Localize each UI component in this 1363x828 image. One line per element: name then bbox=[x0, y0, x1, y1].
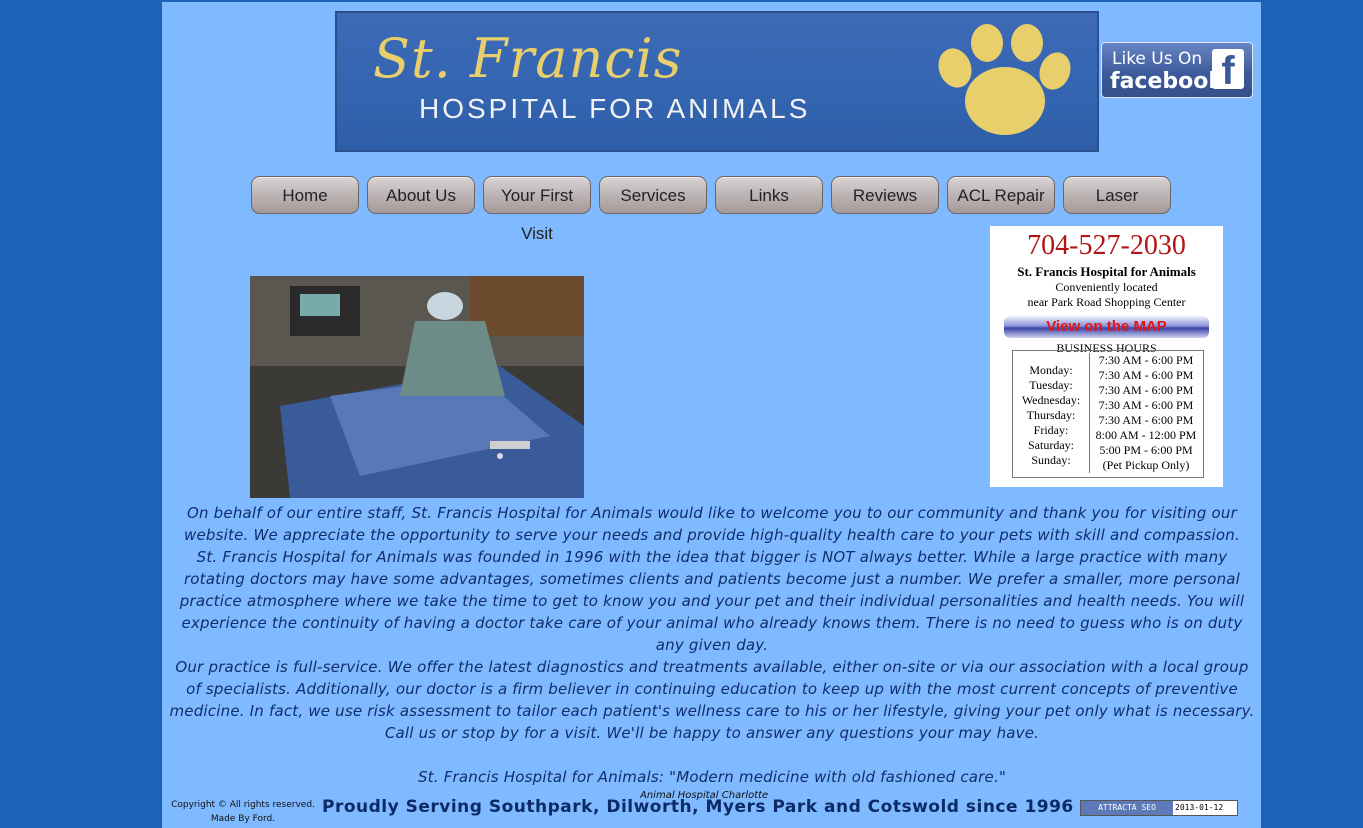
nav-home[interactable]: Home bbox=[251, 176, 359, 214]
day-label: Monday: bbox=[1029, 363, 1073, 377]
hospital-name: St. Francis Hospital for Animals bbox=[1017, 264, 1196, 279]
business-hours-table: Monday: Tuesday: Wednesday: Thursday: Fr… bbox=[1012, 350, 1204, 478]
nav-first-visit[interactable]: Your First Visit bbox=[483, 176, 591, 243]
time-value: 7:30 AM - 6:00 PM bbox=[1098, 398, 1194, 412]
attracta-date: 2013-01-12 bbox=[1175, 803, 1224, 812]
location-line-2: near Park Road Shopping Center bbox=[1027, 295, 1186, 309]
welcome-paragraph-2: St. Francis Hospital for Animals was fou… bbox=[179, 548, 1245, 654]
times-column: 7:30 AM - 6:00 PM 7:30 AM - 6:00 PM 7:30… bbox=[1089, 353, 1202, 473]
nav-acl-repair[interactable]: ACL Repair bbox=[947, 176, 1055, 214]
phone-number[interactable]: 704-527-2030 bbox=[990, 230, 1223, 262]
view-map-button[interactable]: View on the MAP bbox=[1004, 316, 1209, 338]
serving-banner: Proudly Serving Southpark, Dilworth, Mye… bbox=[322, 797, 1074, 817]
site-subtitle: HOSPITAL FOR ANIMALS bbox=[419, 93, 811, 124]
site-banner[interactable]: St. Francis HOSPITAL FOR ANIMALS bbox=[335, 11, 1099, 152]
site-title: St. Francis bbox=[373, 27, 683, 90]
time-value: 7:30 AM - 6:00 PM bbox=[1098, 353, 1194, 367]
day-label: Wednesday: bbox=[1021, 393, 1081, 407]
paw-print-icon bbox=[938, 24, 1071, 135]
copyright-text: Copyright © All rights reserved. bbox=[171, 800, 315, 810]
footer-copyright: Copyright © All rights reserved. Made By… bbox=[168, 798, 318, 826]
contact-info-box: 704-527-2030 St. Francis Hospital for An… bbox=[990, 226, 1223, 487]
day-label: Tuesday: bbox=[1029, 378, 1073, 392]
nav-laser-therapy[interactable]: Laser Therapy bbox=[1063, 176, 1171, 243]
page-container: St. Francis HOSPITAL FOR ANIMALS Like Us… bbox=[162, 2, 1261, 828]
main-navigation: Home About Us Your First Visit Services … bbox=[251, 176, 1191, 243]
made-by-text[interactable]: Made By Ford. bbox=[168, 812, 318, 826]
day-label: Sunday: bbox=[1031, 453, 1071, 467]
time-value: 8:00 AM - 12:00 PM bbox=[1095, 428, 1197, 442]
nav-about-us[interactable]: About Us bbox=[367, 176, 475, 214]
welcome-paragraph-1: On behalf of our entire staff, St. Franc… bbox=[184, 504, 1240, 544]
nav-reviews[interactable]: Reviews bbox=[831, 176, 939, 214]
attracta-label: ATTRACTA SEO bbox=[1081, 801, 1173, 815]
welcome-paragraph-3: Our practice is full-service. We offer t… bbox=[169, 658, 1255, 742]
facebook-like-button[interactable]: Like Us On facebook f bbox=[1101, 42, 1253, 98]
facebook-wordmark: facebook bbox=[1110, 69, 1223, 94]
day-label: Saturday: bbox=[1028, 438, 1074, 452]
facebook-icon: f bbox=[1212, 49, 1244, 93]
location-line-1: Conveniently located bbox=[1055, 280, 1158, 294]
attracta-seo-badge[interactable]: ATTRACTA SEO 2013-01-12 bbox=[1080, 800, 1238, 816]
welcome-text: On behalf of our entire staff, St. Franc… bbox=[168, 502, 1256, 788]
time-value: 7:30 AM - 6:00 PM bbox=[1098, 368, 1194, 382]
nav-services[interactable]: Services bbox=[599, 176, 707, 214]
time-value: (Pet Pickup Only) bbox=[1102, 458, 1190, 472]
time-value: 5:00 PM - 6:00 PM bbox=[1099, 443, 1193, 457]
surgery-photo bbox=[250, 276, 584, 498]
tagline: St. Francis Hospital for Animals: "Moder… bbox=[417, 768, 1007, 786]
facebook-like-text: Like Us On bbox=[1112, 49, 1203, 69]
time-value: 7:30 AM - 6:00 PM bbox=[1098, 413, 1194, 427]
nav-links[interactable]: Links bbox=[715, 176, 823, 214]
day-label: Friday: bbox=[1033, 423, 1069, 437]
days-column: Monday: Tuesday: Wednesday: Thursday: Fr… bbox=[1013, 363, 1089, 468]
time-value: 7:30 AM - 6:00 PM bbox=[1098, 383, 1194, 397]
day-label: Thursday: bbox=[1026, 408, 1076, 422]
